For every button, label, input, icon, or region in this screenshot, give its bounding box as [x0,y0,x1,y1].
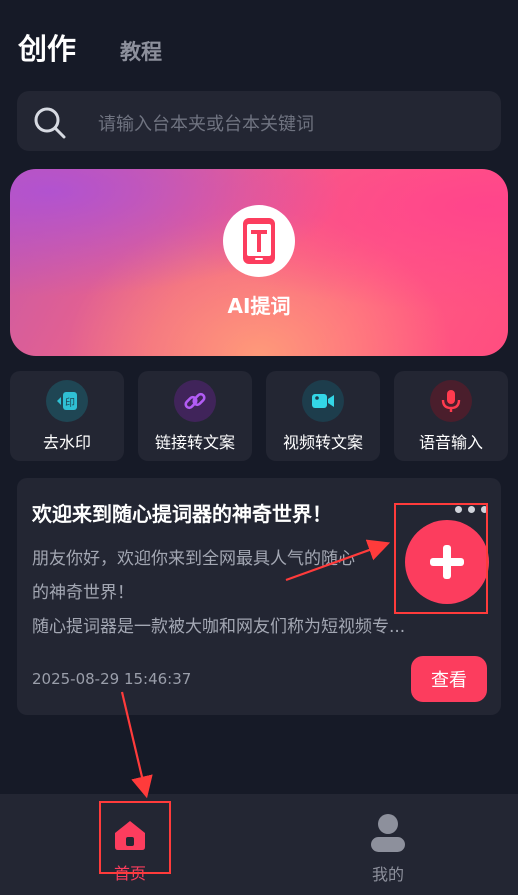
tool-shortcuts: 印 去水印 链接转文案 视频转文案 语音输入 [10,371,508,461]
tool-voice-input[interactable]: 语音输入 [394,371,508,461]
tool-label: 链接转文案 [154,433,235,452]
banner-title: AI提词 [227,294,291,318]
link-icon [174,380,216,422]
tool-link-to-text[interactable]: 链接转文案 [138,371,252,461]
tool-label: 去水印 [42,433,91,452]
tool-label: 视频转文案 [282,433,363,452]
teleprompter-logo-icon [223,205,295,277]
view-button[interactable]: 查看 [411,656,487,702]
bottom-navigation: 首页 我的 [0,794,518,895]
search-input[interactable]: 请输入台本夹或台本关键词 [98,110,314,136]
top-tabs: 创作 教程 [18,26,162,68]
ai-prompter-banner[interactable]: AI提词 [10,169,508,356]
search-bar[interactable]: 请输入台本夹或台本关键词 [17,91,501,151]
video-camera-icon [302,380,344,422]
card-timestamp: 2025-08-29 15:46:37 [32,670,192,688]
tool-remove-watermark[interactable]: 印 去水印 [10,371,124,461]
card-body-line: 随心提词器是一款被大咖和网友们称为短视频专... [32,617,406,637]
tool-video-to-text[interactable]: 视频转文案 [266,371,380,461]
tool-label: 语音输入 [418,433,483,452]
card-title: 欢迎来到随心提词器的神奇世界！ [32,502,332,526]
tab-tutorial[interactable]: 教程 [120,36,162,66]
annotation-highlight-box [99,801,171,874]
search-icon [33,106,67,140]
annotation-highlight-box [394,503,488,614]
nav-profile-label: 我的 [371,865,404,884]
microphone-icon [430,380,472,422]
watermark-remove-icon: 印 [46,380,88,422]
svg-text:印: 印 [65,397,75,409]
tab-create[interactable]: 创作 [18,26,76,68]
nav-profile[interactable]: 我的 [356,803,420,884]
user-icon [370,813,406,857]
